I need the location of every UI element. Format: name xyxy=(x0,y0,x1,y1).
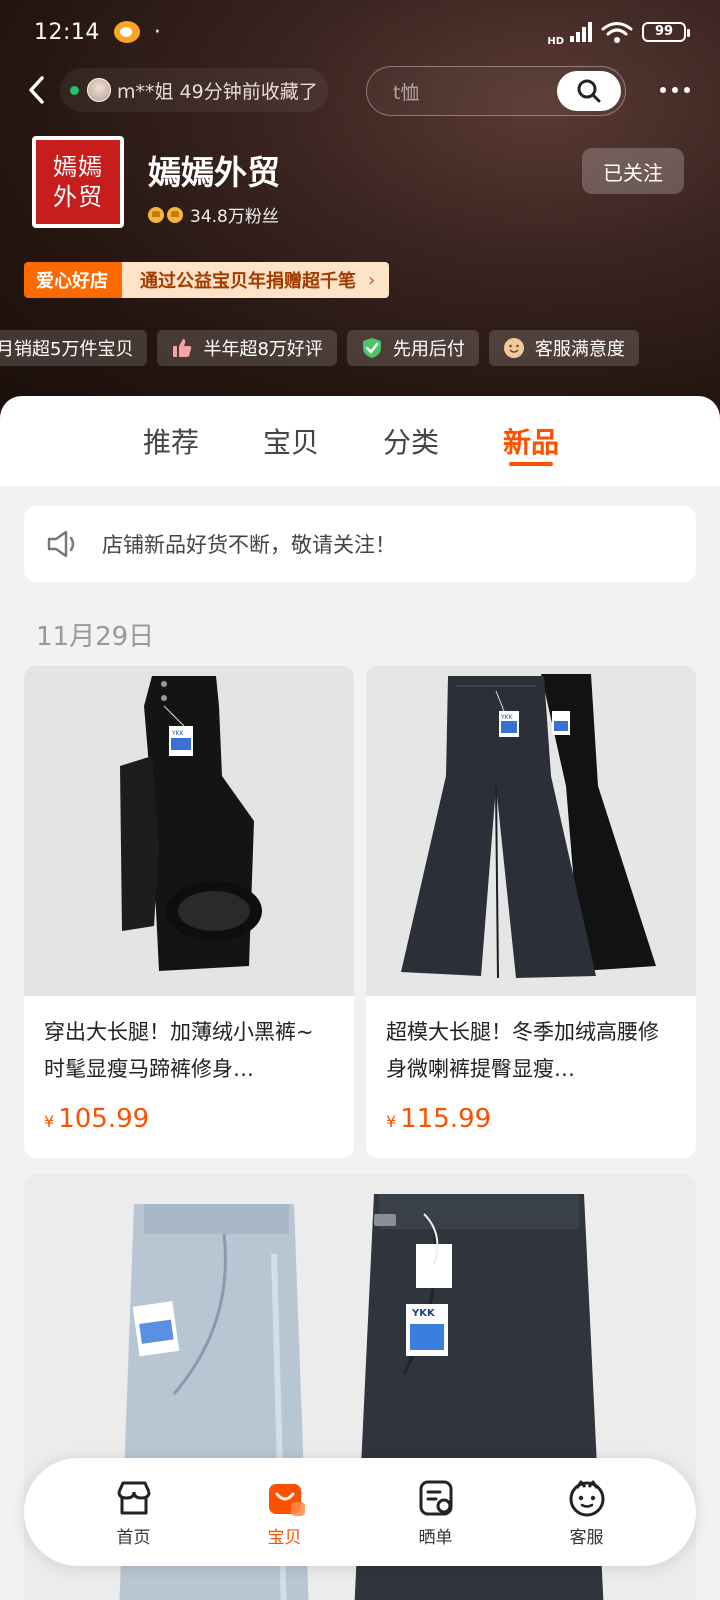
nav-items[interactable]: 宝贝 xyxy=(240,1477,330,1548)
shop-badges: 月销超5万件宝贝 半年超8万好评 先用后付 客服满意度 xyxy=(0,330,639,366)
ykk-tag-text: YKK xyxy=(500,714,514,721)
more-icon[interactable] xyxy=(660,80,696,100)
shop-logo-text-1: 嫣嫣 xyxy=(53,153,103,181)
jeans-photo: YKK xyxy=(366,666,696,996)
follow-button[interactable]: 已关注 xyxy=(582,148,684,194)
charity-banner[interactable]: 爱心好店 通过公益宝贝年捐赠超千笔 › xyxy=(24,262,390,298)
smile-icon xyxy=(503,337,525,359)
nav-home[interactable]: 首页 xyxy=(89,1477,179,1548)
recent-visitor-ticker: m**姐 49分钟前收藏了 xyxy=(60,68,328,112)
status-indicators: HD 99 xyxy=(547,18,690,47)
product-card[interactable]: YKK 超模大长腿！冬季加绒高腰修身微喇裤提臀显瘦… ¥ 115.99 xyxy=(366,666,696,1158)
notification-dot: · xyxy=(153,19,161,45)
currency-symbol: ¥ xyxy=(44,1112,55,1131)
crown-icon xyxy=(167,206,183,223)
badge-pay-later[interactable]: 先用后付 xyxy=(346,330,479,366)
shop-search-input[interactable]: t恤 xyxy=(366,66,626,116)
bag-icon xyxy=(264,1477,306,1519)
product-price: ¥ 105.99 xyxy=(44,1104,149,1134)
search-placeholder: t恤 xyxy=(393,81,420,104)
top-nav: m**姐 49分钟前收藏了 t恤 xyxy=(0,62,720,118)
thumbs-up-icon xyxy=(171,337,193,359)
date-label: 11月29日 xyxy=(36,622,155,652)
search-icon xyxy=(577,79,601,103)
wifi-icon xyxy=(601,22,633,43)
ykk-tag-text: YKK xyxy=(411,1308,436,1319)
network-type: HD xyxy=(547,35,564,47)
battery-icon: 99 xyxy=(642,22,690,42)
fans-text: 34.8万粉丝 xyxy=(190,207,279,227)
product-price: ¥ 115.99 xyxy=(386,1104,491,1134)
badge-label: 客服满意度 xyxy=(534,339,625,360)
price-value: 115.99 xyxy=(400,1104,492,1134)
badge-label: 先用后付 xyxy=(392,339,465,360)
notice-bar: 店铺新品好货不断，敬请关注！ xyxy=(24,506,696,582)
nav-label: 首页 xyxy=(116,1527,151,1548)
nav-label: 宝贝 xyxy=(267,1527,302,1548)
tab-items[interactable]: 宝贝 xyxy=(263,396,319,486)
badge-label: 月销超5万件宝贝 xyxy=(0,339,134,360)
back-icon[interactable] xyxy=(22,70,52,110)
badge-good-reviews[interactable]: 半年超8万好评 xyxy=(157,330,337,366)
shop-header: 12:14 · HD 99 m**姐 49分钟前收藏了 t恤 嫣嫣 外贸 嫣嫣外… xyxy=(0,0,720,420)
visitor-text: m**姐 49分钟前收藏了 xyxy=(117,80,318,103)
online-dot xyxy=(70,85,79,95)
currency-symbol: ¥ xyxy=(386,1112,397,1131)
charity-text: 通过公益宝贝年捐赠超千笔 › xyxy=(122,262,390,298)
speaker-icon xyxy=(47,530,75,558)
tab-category[interactable]: 分类 xyxy=(383,396,439,486)
price-value: 105.99 xyxy=(58,1104,150,1134)
shield-check-icon xyxy=(361,337,383,359)
status-bar: 12:14 · HD 99 xyxy=(0,0,720,64)
shop-logo[interactable]: 嫣嫣 外贸 xyxy=(32,136,124,228)
weibo-icon xyxy=(113,21,140,43)
badge-label: 半年超8万好评 xyxy=(203,339,323,360)
battery-level: 99 xyxy=(654,24,674,39)
badge-monthly-sales[interactable]: 月销超5万件宝贝 xyxy=(0,330,148,366)
shop-tabs: 推荐 宝贝 分类 新品 xyxy=(0,396,720,486)
crown-icon xyxy=(148,206,164,223)
charity-text-label: 通过公益宝贝年捐赠超千笔 xyxy=(140,271,356,292)
fans-count: 34.8万粉丝 xyxy=(148,202,279,227)
list-icon xyxy=(415,1477,457,1519)
service-icon xyxy=(566,1477,608,1519)
notice-text: 店铺新品好货不断，敬请关注！ xyxy=(102,533,396,557)
tab-new-arrivals[interactable]: 新品 xyxy=(503,396,559,486)
search-button[interactable] xyxy=(557,71,621,111)
badge-service-satisfaction[interactable]: 客服满意度 xyxy=(488,330,639,366)
nav-label: 晒单 xyxy=(418,1527,453,1548)
nav-label: 客服 xyxy=(569,1527,604,1548)
shop-name[interactable]: 嫣嫣外贸 xyxy=(148,146,280,194)
charity-badge: 爱心好店 xyxy=(24,262,122,298)
chevron-right-icon: › xyxy=(368,269,376,291)
product-image[interactable]: YKK xyxy=(24,666,354,996)
shop-icon xyxy=(113,1477,155,1519)
bottom-nav: 首页 宝贝 晒单 客服 xyxy=(24,1458,696,1566)
product-card[interactable]: YKK 穿出大长腿！加薄绒小黑裤~时髦显瘦马蹄裤修身… ¥ 105.99 xyxy=(24,666,354,1158)
visitor-avatar xyxy=(87,78,111,102)
tab-recommend[interactable]: 推荐 xyxy=(143,396,199,486)
product-title[interactable]: 穿出大长腿！加薄绒小黑裤~时髦显瘦马蹄裤修身… xyxy=(24,996,354,1088)
jeans-photo: YKK xyxy=(24,666,354,996)
ykk-tag-text: YKK xyxy=(171,730,185,737)
shop-logo-text-2: 外贸 xyxy=(53,183,103,211)
product-title[interactable]: 超模大长腿！冬季加绒高腰修身微喇裤提臀显瘦… xyxy=(366,996,696,1088)
nav-reviews[interactable]: 晒单 xyxy=(391,1477,481,1548)
signal-icon xyxy=(570,22,592,42)
status-time: 12:14 xyxy=(34,19,100,45)
product-image[interactable]: YKK xyxy=(366,666,696,996)
nav-service[interactable]: 客服 xyxy=(542,1477,632,1548)
